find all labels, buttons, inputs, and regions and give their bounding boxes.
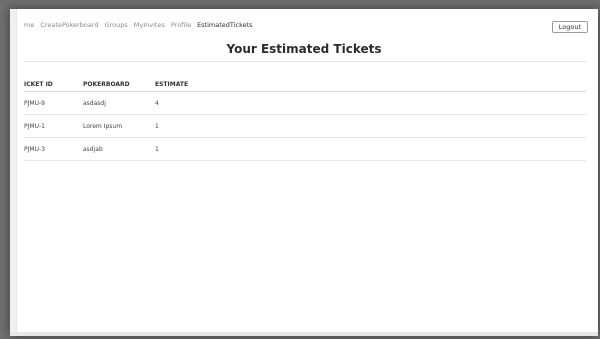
logout-button[interactable]: Logout bbox=[551, 21, 588, 33]
header-ticket-id: ICKET ID bbox=[24, 77, 83, 92]
cell-estimate: 1 bbox=[155, 137, 586, 161]
header-estimate: ESTIMATE bbox=[155, 77, 586, 92]
cell-pokerboard: asdjab bbox=[83, 137, 155, 161]
cell-estimate: 1 bbox=[155, 114, 586, 138]
table-row: PJMU-3 asdjab 1 bbox=[24, 137, 586, 161]
cell-pokerboard: asdasdj bbox=[83, 91, 155, 115]
left-scroll-strip bbox=[10, 9, 17, 336]
estimated-tickets-table: ICKET ID POKERBOARD ESTIMATE PJMU-9 asda… bbox=[24, 77, 586, 161]
nav-home[interactable]: me bbox=[24, 21, 34, 35]
nav-create-pokerboard[interactable]: CreatePokerboard bbox=[40, 21, 98, 35]
table-header-row: ICKET ID POKERBOARD ESTIMATE bbox=[24, 77, 586, 92]
nav-profile[interactable]: Profile bbox=[171, 21, 191, 35]
browser-viewport: me CreatePokerboard Groups MyInvites Pro… bbox=[10, 9, 598, 336]
nav-estimated-tickets[interactable]: EstimatedTickets bbox=[197, 21, 252, 35]
cell-ticket-id: PJMU-1 bbox=[24, 114, 83, 138]
bottom-scroll-strip bbox=[10, 332, 598, 336]
header-pokerboard: POKERBOARD bbox=[83, 77, 155, 92]
table-row: PJMU-1 Lorem Ipsum 1 bbox=[24, 114, 586, 138]
cell-ticket-id: PJMU-3 bbox=[24, 137, 83, 161]
nav-groups[interactable]: Groups bbox=[105, 21, 128, 35]
title-divider bbox=[24, 61, 586, 62]
nav-my-invites[interactable]: MyInvites bbox=[134, 21, 165, 35]
page-title: Your Estimated Tickets bbox=[226, 42, 382, 56]
cell-ticket-id: PJMU-9 bbox=[24, 91, 83, 115]
top-navbar: me CreatePokerboard Groups MyInvites Pro… bbox=[24, 21, 253, 35]
cell-pokerboard: Lorem Ipsum bbox=[83, 114, 155, 138]
table-row: PJMU-9 asdasdj 4 bbox=[24, 91, 586, 115]
cell-estimate: 4 bbox=[155, 91, 586, 115]
